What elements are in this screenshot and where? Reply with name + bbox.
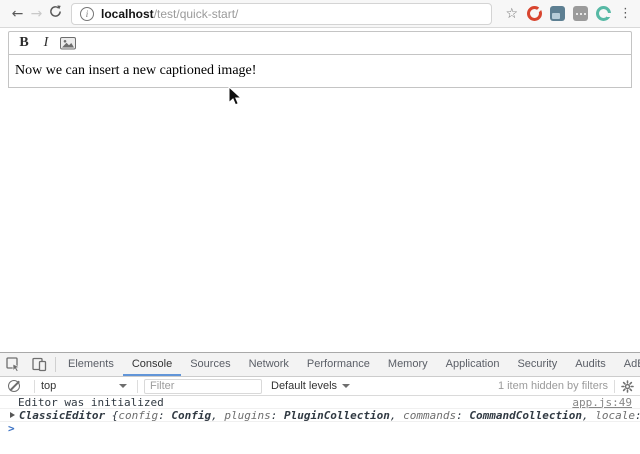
context-label: top <box>41 380 56 392</box>
url-path: /test/quick-start/ <box>154 7 239 21</box>
tab-elements[interactable]: Elements <box>59 353 123 376</box>
hidden-items-status: 1 item hidden by filters <box>498 380 608 392</box>
url-host: localhost <box>101 7 154 21</box>
device-toolbar-icon <box>32 357 47 372</box>
console-toolbar: top Default levels 1 item hidden by filt… <box>0 377 640 396</box>
expand-triangle-icon[interactable] <box>10 412 15 418</box>
console-log-row: Editor was initialized app.js:49 <box>0 396 640 409</box>
browser-window: ← → i localhost /test/quick-start/ ☆ ⋮ B… <box>0 0 640 454</box>
extension-green-ring-icon[interactable] <box>596 6 611 21</box>
editor-toolbar: B I <box>8 31 632 55</box>
inspect-cursor-icon <box>6 357 21 372</box>
divider <box>137 380 138 393</box>
devtools-panel: Elements Console Sources Network Perform… <box>0 352 640 454</box>
extension-red-circle-icon[interactable] <box>527 6 542 21</box>
log-message: Editor was initialized <box>18 396 164 409</box>
devtools-tab-bar: Elements Console Sources Network Perform… <box>0 353 640 377</box>
console-settings-gear-icon[interactable] <box>621 380 634 393</box>
inspect-element-button[interactable] <box>0 353 26 376</box>
console-object-row: ClassicEditor {config: Config, plugins: … <box>0 409 640 422</box>
browser-toolbar: ← → i localhost /test/quick-start/ ☆ ⋮ <box>0 0 640 28</box>
editor-paragraph: Now we can insert a new captioned image! <box>15 63 256 79</box>
image-icon <box>60 37 76 50</box>
extension-ellipsis-icon[interactable] <box>573 6 588 21</box>
tab-console[interactable]: Console <box>123 353 181 376</box>
tab-security[interactable]: Security <box>508 353 566 376</box>
extension-window-icon[interactable] <box>550 6 565 21</box>
bold-button[interactable]: B <box>13 33 35 53</box>
site-info-icon[interactable]: i <box>80 7 94 21</box>
clear-console-icon[interactable] <box>8 380 20 392</box>
source-link[interactable]: app.js:49 <box>572 396 632 409</box>
bookmark-star-icon[interactable]: ☆ <box>505 6 518 22</box>
divider <box>614 380 615 393</box>
device-toolbar-button[interactable] <box>26 353 52 376</box>
browser-menu-icon[interactable]: ⋮ <box>619 6 632 21</box>
tab-adblock[interactable]: AdBlock <box>615 353 640 376</box>
log-levels-select[interactable]: Default levels <box>271 380 350 392</box>
tab-application[interactable]: Application <box>437 353 509 376</box>
tab-audits[interactable]: Audits <box>566 353 615 376</box>
back-icon[interactable]: ← <box>8 6 27 22</box>
address-bar[interactable]: i localhost /test/quick-start/ <box>71 3 492 25</box>
chevron-down-icon <box>342 384 350 388</box>
object-class-name: ClassicEditor <box>19 409 105 422</box>
reload-icon[interactable] <box>46 5 65 22</box>
tab-sources[interactable]: Sources <box>181 353 239 376</box>
tab-memory[interactable]: Memory <box>379 353 437 376</box>
tab-network[interactable]: Network <box>240 353 298 376</box>
divider <box>55 357 56 372</box>
mouse-cursor <box>228 86 242 106</box>
forward-icon[interactable]: → <box>27 6 46 22</box>
tab-performance[interactable]: Performance <box>298 353 379 376</box>
execution-context-select[interactable]: top <box>41 380 127 392</box>
console-prompt-chevron: > <box>8 422 15 435</box>
console-filter-input[interactable] <box>144 379 262 394</box>
editor-content-area[interactable]: Now we can insert a new captioned image! <box>8 54 632 88</box>
console-messages: Editor was initialized app.js:49 Classic… <box>0 396 640 435</box>
chevron-down-icon <box>119 384 127 388</box>
console-prompt-row[interactable]: > <box>0 422 640 435</box>
italic-button[interactable]: I <box>35 33 57 53</box>
log-levels-label: Default levels <box>271 380 337 392</box>
insert-image-button[interactable] <box>57 33 79 53</box>
divider <box>34 380 35 393</box>
